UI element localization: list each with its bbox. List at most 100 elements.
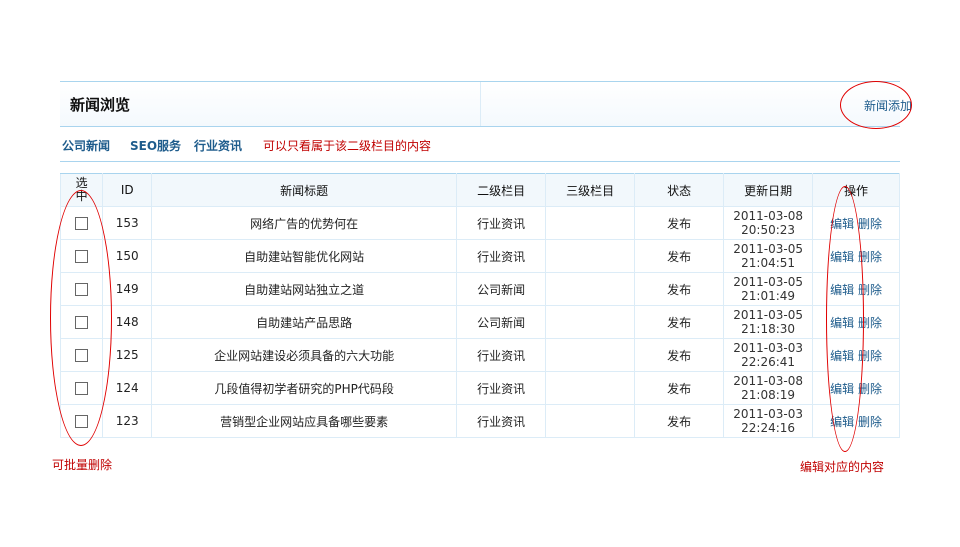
news-table: 选中 ID 新闻标题 二级栏目 三级栏目 状态 更新日期 操作 153 网络广告的… bbox=[59, 173, 900, 438]
row-id: 123 bbox=[102, 404, 153, 438]
row-status: 发布 bbox=[634, 239, 725, 273]
row-update-date: 2011-03-03 22:24:16 bbox=[723, 404, 814, 438]
delete-button[interactable]: 删除 bbox=[858, 415, 882, 429]
page-title: 新闻浏览 bbox=[70, 96, 131, 114]
row-select-cell bbox=[59, 206, 104, 240]
row-time: 20:50:23 bbox=[741, 223, 796, 237]
row-status: 发布 bbox=[634, 272, 725, 306]
row-title: 企业网站建设必须具备的六大功能 bbox=[151, 338, 458, 372]
row-category3 bbox=[545, 338, 636, 372]
row-select-cell bbox=[59, 338, 104, 372]
delete-button[interactable]: 删除 bbox=[858, 349, 882, 363]
row-category3 bbox=[545, 371, 636, 405]
row-date: 2011-03-03 bbox=[733, 407, 803, 421]
edit-button[interactable]: 编辑 bbox=[830, 283, 854, 297]
row-category3 bbox=[545, 404, 636, 438]
delete-button[interactable]: 删除 bbox=[858, 250, 882, 264]
panel-header: 新闻浏览 新闻添加 bbox=[60, 81, 912, 127]
edit-button[interactable]: 编辑 bbox=[830, 250, 854, 264]
col-category2: 二级栏目 bbox=[456, 173, 547, 207]
row-select-cell bbox=[59, 305, 104, 339]
row-checkbox[interactable] bbox=[75, 283, 89, 296]
row-id: 150 bbox=[102, 239, 153, 273]
delete-button[interactable]: 删除 bbox=[858, 382, 882, 396]
edit-button[interactable]: 编辑 bbox=[830, 316, 854, 330]
edit-content-hint: 编辑对应的内容 bbox=[800, 460, 885, 474]
batch-delete-hint: 可批量删除 bbox=[52, 458, 113, 472]
category-filter-bar: 公司新闻 SEO服务 行业资讯 可以只看属于该二级栏目的内容 bbox=[60, 127, 900, 162]
row-category2: 行业资讯 bbox=[456, 239, 547, 273]
row-id: 149 bbox=[102, 272, 153, 306]
table-header-row: 选中 ID 新闻标题 二级栏目 三级栏目 状态 更新日期 操作 bbox=[59, 173, 900, 207]
row-update-date: 2011-03-05 21:18:30 bbox=[723, 305, 814, 339]
table-row: 125 企业网站建设必须具备的六大功能 行业资讯 发布 2011-03-03 22:26:… bbox=[59, 338, 900, 372]
row-time: 21:18:30 bbox=[741, 322, 796, 336]
edit-button[interactable]: 编辑 bbox=[830, 415, 854, 429]
row-category2: 公司新闻 bbox=[456, 305, 547, 339]
row-update-date: 2011-03-08 21:08:19 bbox=[723, 371, 814, 405]
row-status: 发布 bbox=[634, 371, 725, 405]
category-industry-news[interactable]: 行业资讯 bbox=[194, 137, 242, 154]
category-company-news[interactable]: 公司新闻 bbox=[62, 137, 110, 154]
row-title: 自助建站网站独立之道 bbox=[151, 272, 458, 306]
delete-button[interactable]: 删除 bbox=[858, 217, 882, 231]
table-row: 124 几段值得初学者研究的PHP代码段 行业资讯 发布 2011-03-08 21:08… bbox=[59, 371, 900, 405]
row-update-date: 2011-03-03 22:26:41 bbox=[723, 338, 814, 372]
row-actions: 编辑 删除 bbox=[812, 206, 900, 240]
row-update-date: 2011-03-08 20:50:23 bbox=[723, 206, 814, 240]
row-status: 发布 bbox=[634, 305, 725, 339]
row-actions: 编辑 删除 bbox=[812, 338, 900, 372]
row-date: 2011-03-05 bbox=[733, 308, 803, 322]
row-category2: 行业资讯 bbox=[456, 371, 547, 405]
row-title: 几段值得初学者研究的PHP代码段 bbox=[151, 371, 458, 405]
row-actions: 编辑 删除 bbox=[812, 239, 900, 273]
row-select-cell bbox=[59, 404, 104, 438]
row-checkbox[interactable] bbox=[75, 349, 89, 362]
row-date: 2011-03-05 bbox=[733, 242, 803, 256]
row-checkbox[interactable] bbox=[75, 316, 89, 329]
row-category3 bbox=[545, 239, 636, 273]
row-checkbox[interactable] bbox=[75, 415, 89, 428]
row-category2: 行业资讯 bbox=[456, 404, 547, 438]
edit-button[interactable]: 编辑 bbox=[830, 349, 854, 363]
row-status: 发布 bbox=[634, 338, 725, 372]
row-status: 发布 bbox=[634, 206, 725, 240]
col-id: ID bbox=[102, 173, 153, 207]
row-actions: 编辑 删除 bbox=[812, 404, 900, 438]
delete-button[interactable]: 删除 bbox=[858, 283, 882, 297]
row-checkbox[interactable] bbox=[75, 250, 89, 263]
row-category3 bbox=[545, 305, 636, 339]
row-time: 21:08:19 bbox=[741, 388, 796, 402]
row-id: 125 bbox=[102, 338, 153, 372]
row-time: 21:04:51 bbox=[741, 256, 796, 270]
row-time: 21:01:49 bbox=[741, 289, 796, 303]
add-news-link[interactable]: 新闻添加 bbox=[864, 97, 912, 114]
delete-button[interactable]: 删除 bbox=[858, 316, 882, 330]
table-row: 149 自助建站网站独立之道 公司新闻 发布 2011-03-05 21:01:49 编辑 … bbox=[59, 272, 900, 306]
category-seo-service[interactable]: SEO服务 bbox=[130, 137, 181, 154]
row-update-date: 2011-03-05 21:04:51 bbox=[723, 239, 814, 273]
row-checkbox[interactable] bbox=[75, 217, 89, 230]
row-checkbox[interactable] bbox=[75, 382, 89, 395]
row-category3 bbox=[545, 272, 636, 306]
table-row: 123 营销型企业网站应具备哪些要素 行业资讯 发布 2011-03-03 22:24:1… bbox=[59, 404, 900, 438]
edit-button[interactable]: 编辑 bbox=[830, 217, 854, 231]
table-row: 148 自助建站产品思路 公司新闻 发布 2011-03-05 21:18:30 编辑 删除 bbox=[59, 305, 900, 339]
row-date: 2011-03-03 bbox=[733, 341, 803, 355]
row-status: 发布 bbox=[634, 404, 725, 438]
edit-button[interactable]: 编辑 bbox=[830, 382, 854, 396]
row-id: 148 bbox=[102, 305, 153, 339]
col-select: 选中 bbox=[59, 173, 104, 207]
row-category2: 公司新闻 bbox=[456, 272, 547, 306]
col-status: 状态 bbox=[634, 173, 725, 207]
row-id: 124 bbox=[102, 371, 153, 405]
row-category2: 行业资讯 bbox=[456, 206, 547, 240]
col-title: 新闻标题 bbox=[151, 173, 458, 207]
row-select-cell bbox=[59, 272, 104, 306]
col-actions: 操作 bbox=[812, 173, 900, 207]
row-actions: 编辑 删除 bbox=[812, 272, 900, 306]
row-time: 22:26:41 bbox=[741, 355, 796, 369]
row-select-cell bbox=[59, 371, 104, 405]
row-title: 自助建站产品思路 bbox=[151, 305, 458, 339]
row-actions: 编辑 删除 bbox=[812, 371, 900, 405]
